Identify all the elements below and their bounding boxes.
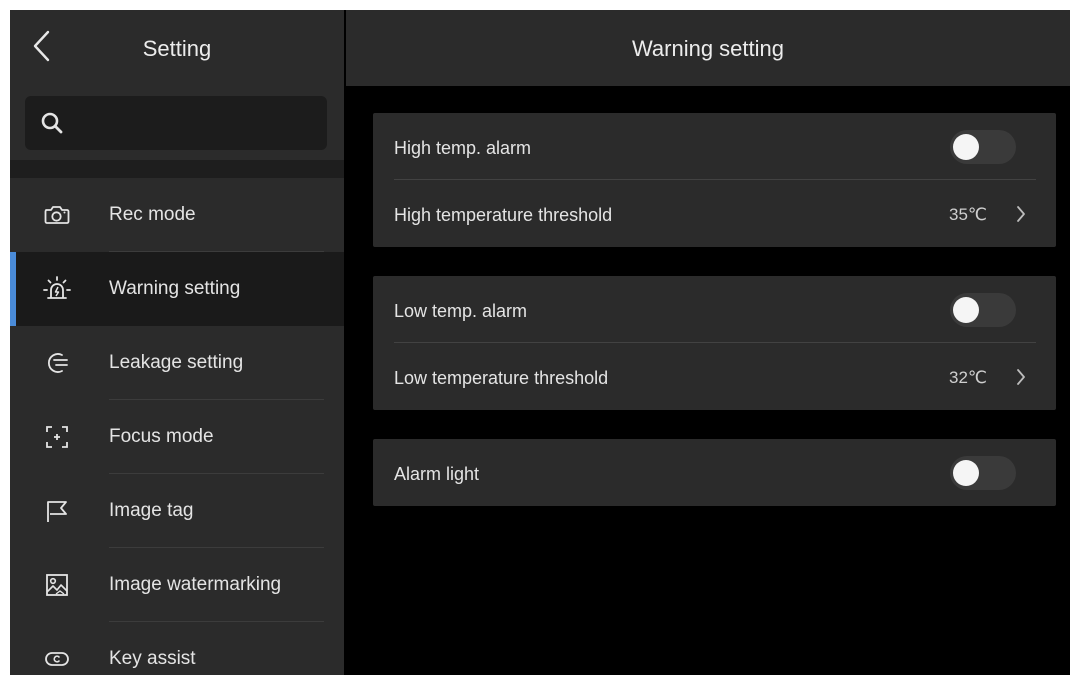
sidebar-header: Setting <box>10 10 344 86</box>
alarm-light-toggle[interactable] <box>950 456 1016 490</box>
low-temp-alarm-toggle[interactable] <box>950 293 1016 327</box>
sidebar-item-warning-setting[interactable]: Warning setting <box>10 252 344 326</box>
toggle-knob <box>953 297 979 323</box>
search-input[interactable] <box>25 96 327 150</box>
sidebar-item-label: Focus mode <box>109 426 214 447</box>
sidebar: Setting Rec mode Warning setting Leakage… <box>10 10 344 675</box>
sidebar-item-focus-mode[interactable]: Focus mode <box>10 400 344 474</box>
sidebar-item-key-assist[interactable]: Key assist <box>10 622 344 675</box>
back-chevron-icon <box>33 30 50 62</box>
image-watermark-icon <box>46 574 68 596</box>
sidebar-item-label: Key assist <box>109 648 196 669</box>
page-title: Warning setting <box>631 36 785 61</box>
search-icon <box>41 112 63 134</box>
settings-group-alarm-light: Alarm light <box>373 439 1056 506</box>
row-label: Low temperature threshold <box>394 368 609 388</box>
sidebar-item-label: Image tag <box>109 500 194 521</box>
row-label: Alarm light <box>394 464 480 484</box>
sidebar-item-label: Rec mode <box>109 204 196 225</box>
camera-icon <box>44 206 70 224</box>
sidebar-item-label: Leakage setting <box>109 352 244 373</box>
high-temp-alarm-row: High temp. alarm <box>373 113 1056 180</box>
back-button[interactable] <box>28 26 58 66</box>
row-label: High temperature threshold <box>394 205 613 225</box>
chevron-right-icon <box>1017 206 1025 222</box>
high-temp-threshold-value: 35℃ <box>949 205 988 224</box>
low-temp-alarm-row: Low temp. alarm <box>373 276 1056 343</box>
alarm-light-row: Alarm light <box>373 439 1056 506</box>
low-temp-threshold-value: 32℃ <box>949 368 988 387</box>
settings-group-low-temp: Low temp. alarm Low temperature threshol… <box>373 276 1056 410</box>
app-screen: Setting Rec mode Warning setting Leakage… <box>10 10 1070 675</box>
row-label: Low temp. alarm <box>394 301 528 321</box>
low-temp-threshold-row[interactable]: Low temperature threshold 32℃ <box>373 343 1056 410</box>
sidebar-title: Setting <box>142 36 212 61</box>
sidebar-menu: Rec mode Warning setting Leakage setting… <box>10 178 344 675</box>
sidebar-item-image-watermarking[interactable]: Image watermarking <box>10 548 344 622</box>
key-assist-icon <box>45 652 69 666</box>
high-temp-alarm-toggle[interactable] <box>950 130 1016 164</box>
toggle-knob <box>953 134 979 160</box>
sidebar-item-image-tag[interactable]: Image tag <box>10 474 344 548</box>
chevron-right-icon <box>1017 369 1025 385</box>
focus-icon <box>46 426 68 448</box>
sidebar-item-label: Warning setting <box>109 278 241 299</box>
sidebar-item-rec-mode[interactable]: Rec mode <box>10 178 344 252</box>
flag-icon <box>47 501 67 522</box>
row-label: High temp. alarm <box>394 138 532 158</box>
sidebar-divider <box>10 160 344 178</box>
sidebar-item-label: Image watermarking <box>109 574 282 595</box>
leakage-icon <box>48 353 68 373</box>
toggle-knob <box>953 460 979 486</box>
settings-group-high-temp: High temp. alarm High temperature thresh… <box>373 113 1056 247</box>
sidebar-item-leakage-setting[interactable]: Leakage setting <box>10 326 344 400</box>
alarm-light-icon <box>43 276 71 299</box>
main-header: Warning setting <box>346 10 1070 86</box>
high-temp-threshold-row[interactable]: High temperature threshold 35℃ <box>373 180 1056 247</box>
